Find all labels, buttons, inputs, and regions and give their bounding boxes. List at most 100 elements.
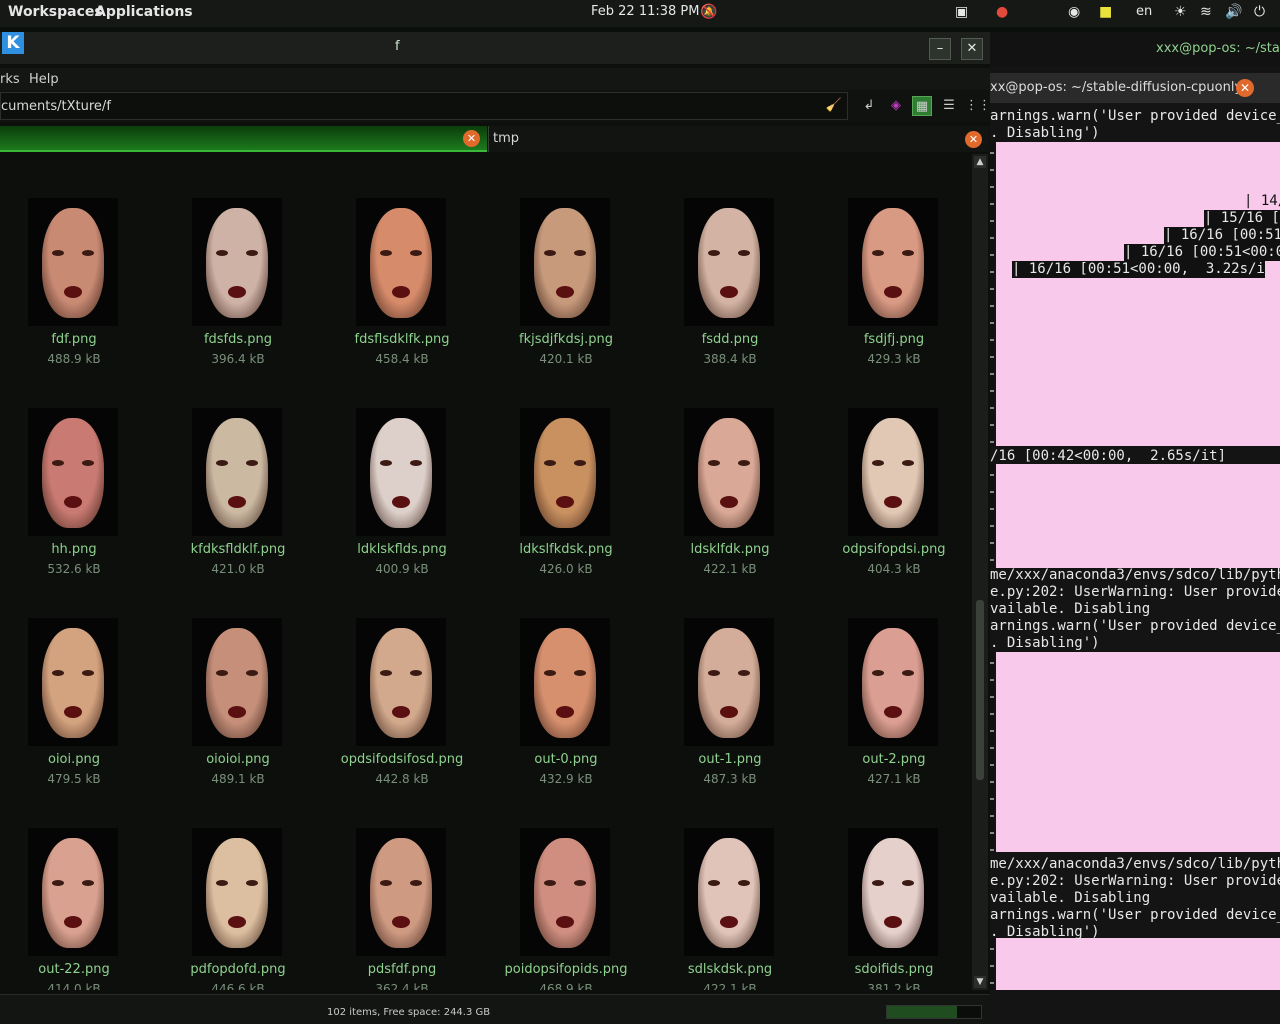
file-item[interactable]: fsdjfj.png 429.3 kB [812,186,972,386]
clock[interactable]: Feb 22 11:38 PM [591,4,699,19]
close-tab-icon[interactable]: ✕ [965,131,982,148]
file-name: out-2.png [862,752,926,767]
file-item[interactable]: ldkslfkdsk.png 426.0 kB [484,396,648,596]
file-size: 381.2 kB [867,982,921,990]
compact-view-icon[interactable]: ⋮⋮ [965,96,991,116]
file-item[interactable]: fdsflsdklfk.png 458.4 kB [320,186,484,386]
terminal-line: arnings.warn('User provided device_ty [990,907,1280,923]
image-thumbnail [520,408,610,536]
close-button[interactable]: ✕ [961,38,983,60]
brightness-icon[interactable]: ☀ [1174,4,1187,20]
file-item[interactable]: fdsfds.png 396.4 kB [156,186,320,386]
workspaces-menu[interactable]: Workspaces [8,4,103,20]
file-item[interactable]: sdoifids.png 381.2 kB [812,816,972,990]
mouth-mark [64,706,82,718]
scroll-down-icon[interactable]: ▼ [974,976,986,988]
terminal-line: | 16/16 [00:51< [1164,227,1280,244]
file-name: fsdd.png [701,332,759,347]
close-icon[interactable]: ✕ [1236,79,1254,97]
clear-path-icon[interactable]: 🧹 [824,96,844,116]
face-image [862,628,924,738]
eye-mark [246,460,258,466]
eye-mark [872,250,884,256]
file-name: fsdjfj.png [863,332,925,347]
terminal-line: e.py:202: UserWarning: User provided [990,584,1280,600]
file-item[interactable]: ldsklfdk.png 422.1 kB [648,396,812,596]
face-image [370,418,432,528]
file-size: 468.9 kB [539,982,593,990]
menu-help[interactable]: Help [29,72,59,87]
image-thumbnail [28,408,118,536]
eye-mark [216,880,228,886]
file-item[interactable]: odpsifopdsi.png 404.3 kB [812,396,972,596]
volume-icon[interactable]: 🔊 [1225,4,1242,20]
menu-bookmarks[interactable]: rks [0,72,20,87]
face-image [862,838,924,948]
file-item[interactable]: sdlskdsk.png 422.1 kB [648,816,812,990]
eye-mark [544,670,556,676]
terminal-tab[interactable]: xx@pop-os: ~/stable-diffusion-cpuonly ✕ [988,73,1280,103]
file-name: oioioi.png [206,752,270,767]
eye-mark [738,250,750,256]
discord-icon[interactable]: ◉ [1068,4,1080,20]
terminal-window[interactable]: xxx@pop-os: ~/stab xx@pop-os: ~/stable-d… [988,32,1280,1024]
file-size: 488.9 kB [47,352,101,366]
list-view-icon[interactable]: ☰ [939,96,959,116]
file-item[interactable]: out-22.png 414.0 kB [0,816,156,990]
face-image [206,418,268,528]
tab-tmp[interactable]: tmp ✕ [488,126,988,152]
eye-mark [246,880,258,886]
file-item[interactable]: pdsfdf.png 362.4 kB [320,816,484,990]
tab-active[interactable]: ✕ [0,126,487,152]
screens-icon[interactable]: ▣ [955,4,968,20]
terminal-titlebar[interactable]: xxx@pop-os: ~/stab [988,32,1280,66]
wifi-icon[interactable]: ≋ [1200,4,1212,20]
file-item[interactable]: pdfopdofd.png 446.6 kB [156,816,320,990]
face-image [42,628,104,738]
minimize-button[interactable]: – [929,38,951,60]
terminal-line: | 16/16 [00:51<00:00 [1124,244,1280,261]
file-item[interactable]: opdsifodsifosd.png 442.8 kB [320,606,484,806]
file-item[interactable]: out-1.png 487.3 kB [648,606,812,806]
path-field[interactable]: cuments/tXture/f [0,92,848,120]
file-grid[interactable]: fdf.png 488.9 kB fdsfds.png 396.4 kB fdsflsd… [0,154,972,990]
vertical-scrollbar[interactable]: ▲ ▼ [972,154,988,990]
eye-mark [544,460,556,466]
file-item[interactable]: fkjsdjfkdsj.png 420.1 kB [484,186,648,386]
image-thumbnail [356,828,446,956]
file-item[interactable]: oioi.png 479.5 kB [0,606,156,806]
game-icon[interactable]: ◈ [886,96,906,116]
language-indicator[interactable]: en [1136,4,1152,19]
mouth-mark [392,706,410,718]
menubar: rks Help [0,68,990,90]
file-name: fdf.png [51,332,97,347]
face-image [206,208,268,318]
image-thumbnail [356,408,446,536]
terminal-line: me/xxx/anaconda3/envs/sdco/lib/python [990,856,1280,872]
scrollbar-thumb[interactable] [976,600,984,780]
file-manager-window[interactable]: K f – ✕ rks Help cuments/tXture/f 🧹 ↲ ◈ … [0,32,991,1024]
file-item[interactable]: hh.png 532.6 kB [0,396,156,596]
image-thumbnail [192,618,282,746]
file-item[interactable]: ldklskflds.png 400.9 kB [320,396,484,596]
file-item[interactable]: fdf.png 488.9 kB [0,186,156,386]
file-item[interactable]: out-2.png 427.1 kB [812,606,972,806]
notifications-muted-icon[interactable]: 🔕 [700,4,717,20]
file-item[interactable]: kfdksfldklf.png 421.0 kB [156,396,320,596]
eye-mark [410,250,422,256]
mouth-mark [228,286,246,298]
file-item[interactable]: poidopsifopids.png 468.9 kB [484,816,648,990]
file-item[interactable]: fsdd.png 388.4 kB [648,186,812,386]
icon-view-icon[interactable]: ▦ [912,96,932,116]
file-manager-titlebar[interactable]: K f – ✕ [0,32,990,64]
scroll-up-icon[interactable]: ▲ [974,156,986,168]
return-icon[interactable]: ↲ [859,96,879,116]
file-item[interactable]: oioioi.png 489.1 kB [156,606,320,806]
notes-icon[interactable]: ■ [1099,4,1112,20]
terminal-line: . Disabling') [990,125,1100,141]
close-tab-icon[interactable]: ✕ [463,130,480,147]
applications-menu[interactable]: Applications [95,4,193,20]
power-icon[interactable]: ⏻ [1254,4,1265,20]
file-item[interactable]: out-0.png 432.9 kB [484,606,648,806]
browser-icon[interactable]: ● [996,4,1008,20]
